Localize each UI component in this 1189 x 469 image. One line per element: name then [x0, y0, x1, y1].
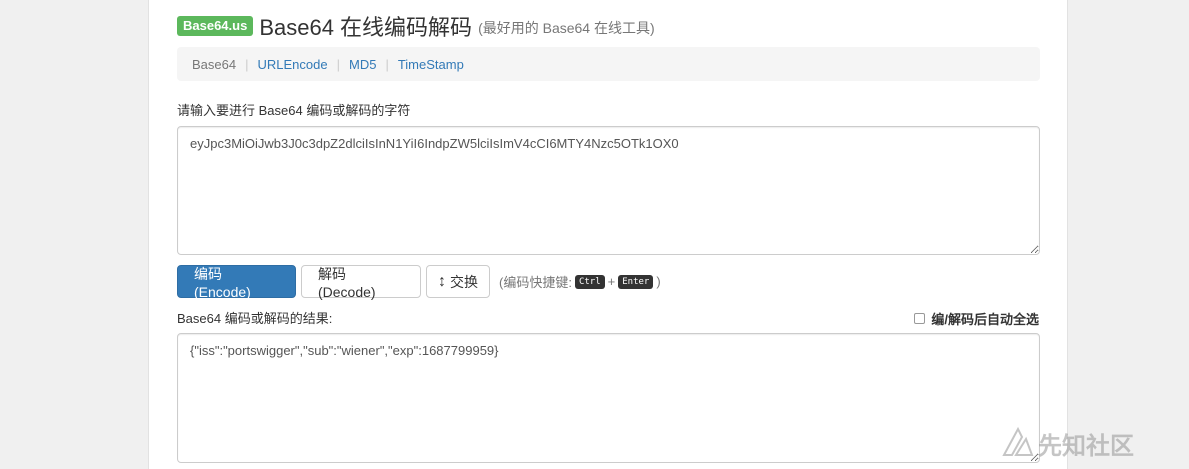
nav-separator: | [336, 56, 340, 72]
encode-button[interactable]: 编码 (Encode) [177, 265, 296, 300]
nav-item-timestamp[interactable]: TimeStamp [398, 57, 464, 72]
nav-item-md5[interactable]: MD5 [349, 57, 376, 72]
shortcut-prefix: (编码快捷键: [499, 275, 572, 290]
page-header: Base64.us Base64 在线编码解码 (最好用的 Base64 在线工… [177, 10, 655, 42]
main-panel: Base64.us Base64 在线编码解码 (最好用的 Base64 在线工… [148, 0, 1068, 469]
page-subtitle: (最好用的 Base64 在线工具) [478, 20, 655, 36]
nav-separator: | [385, 56, 389, 72]
action-buttons: 编码 (Encode) 解码 (Decode) ↕ 交换 (编码快捷键: Ctr… [177, 265, 661, 300]
swap-button-label: 交换 [450, 273, 478, 290]
shortcut-plus: + [607, 274, 616, 289]
shortcut-suffix: ) [656, 274, 661, 289]
nav-item-base64: Base64 [192, 56, 237, 72]
output-textarea[interactable] [177, 333, 1040, 463]
input-label: 请输入要进行 Base64 编码或解码的字符 [177, 103, 411, 118]
kbd-enter: Enter [618, 274, 654, 289]
result-label: Base64 编码或解码的结果: [177, 311, 333, 326]
logo-badge[interactable]: Base64.us [177, 16, 254, 36]
swap-button[interactable]: ↕ 交换 [426, 265, 490, 298]
decode-button[interactable]: 解码 (Decode) [301, 265, 421, 300]
kbd-ctrl: Ctrl [574, 274, 605, 289]
autoselect-checkbox[interactable] [914, 313, 926, 324]
input-textarea[interactable] [177, 126, 1040, 255]
watermark: 先知社区 [1000, 425, 1134, 461]
shortcut-hint: (编码快捷键: Ctrl + Enter ) [499, 272, 661, 291]
swap-arrows-icon: ↕ [438, 272, 446, 290]
breadcrumb-nav: Base64 | URLEncode | MD5 | TimeStamp [177, 47, 1040, 81]
watermark-text: 先知社区 [1038, 432, 1134, 460]
nav-separator: | [245, 56, 249, 72]
autoselect-label: 编/解码后自动全选 [931, 312, 1039, 327]
page-title: Base64 在线编码解码 [259, 15, 473, 40]
autoselect-option[interactable]: 编/解码后自动全选 [914, 309, 1039, 328]
watermark-logo-icon [1002, 426, 1034, 456]
nav-item-urlencode[interactable]: URLEncode [257, 57, 327, 72]
